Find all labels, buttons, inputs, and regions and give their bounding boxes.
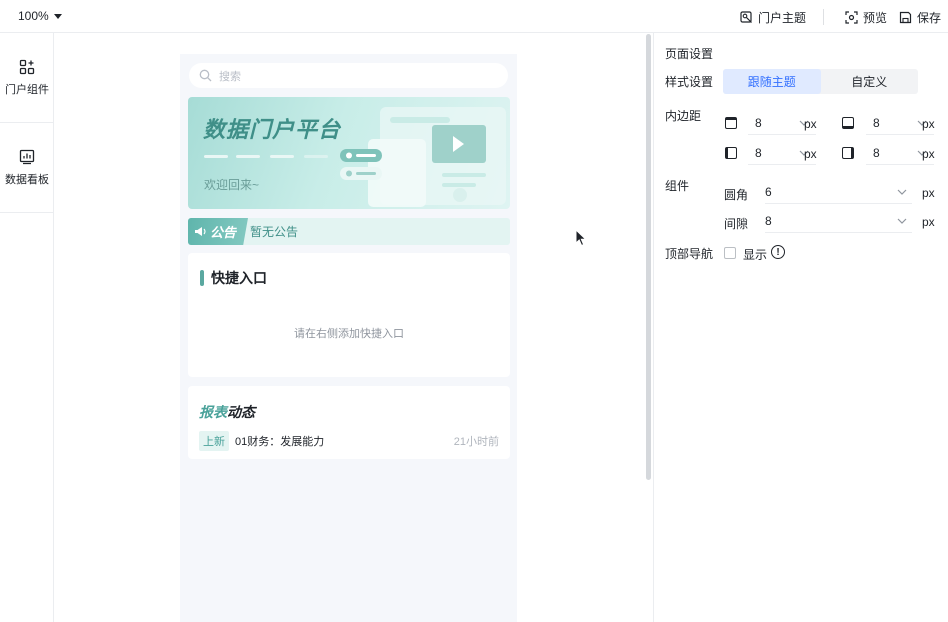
toolbar-divider <box>823 9 824 25</box>
settings-panel: 页面设置 样式设置 跟随主题 自定义 内边距 8 px 8 px 8 px 8 … <box>653 33 948 622</box>
canvas-scrollbar[interactable] <box>646 34 651 480</box>
style-toggle: 跟随主题 自定义 <box>723 69 918 94</box>
report-updates-title: 报表动态 <box>199 402 255 422</box>
new-badge: 上新 <box>199 431 229 451</box>
dashboard-icon <box>19 149 35 164</box>
show-label: 显示 <box>743 248 768 262</box>
radius-label: 圆角 <box>724 188 749 202</box>
notice-text: 暂无公告 <box>250 225 299 239</box>
gap-value: 8 <box>765 213 772 228</box>
chevron-down-icon <box>897 218 907 224</box>
design-canvas: 搜索 数据门户平台 欢迎回来~ 公告 暂无公告 快捷入口 请在右侧添加快捷入口 … <box>55 33 645 622</box>
padding-right-value: 8 <box>873 145 880 160</box>
style-option-custom[interactable]: 自定义 <box>821 69 919 94</box>
zoom-dropdown[interactable]: 100% <box>18 9 62 23</box>
left-rail: 门户组件 数据看板 <box>0 33 54 622</box>
banner-dash <box>270 155 294 158</box>
save-icon <box>899 11 912 24</box>
report-updates-card: 报表动态 上新 01财务：发展能力 21小时前 <box>188 386 510 459</box>
report-title-part-b: 动态 <box>227 404 255 420</box>
quick-entry-empty-hint: 请在右侧添加快捷入口 <box>294 328 404 340</box>
gap-label: 间隙 <box>724 217 749 231</box>
preview-button[interactable]: 预览 <box>845 9 887 26</box>
gap-select[interactable]: 8 <box>765 209 912 233</box>
banner-title: 数据门户平台 <box>203 117 342 142</box>
top-toolbar: 100% 门户主题 预览 保存 <box>0 0 948 33</box>
radius-select[interactable]: 6 <box>765 180 912 204</box>
unit-label: px <box>922 147 935 161</box>
quick-entry-card: 快捷入口 请在右侧添加快捷入口 <box>188 253 510 377</box>
unit-label: px <box>922 215 935 229</box>
mouse-cursor-icon <box>575 229 587 247</box>
megaphone-icon <box>195 227 206 236</box>
unit-label: px <box>804 117 817 131</box>
notice-tag-label: 公告 <box>210 225 237 240</box>
info-icon[interactable]: ! <box>771 245 785 259</box>
style-option-follow-theme[interactable]: 跟随主题 <box>723 69 821 94</box>
portal-theme-button[interactable]: 门户主题 <box>740 9 806 26</box>
padding-right-icon <box>842 147 854 159</box>
notice-bar: 公告 暂无公告 <box>188 218 510 245</box>
quick-entry-title: 快捷入口 <box>200 268 267 288</box>
chevron-down-icon <box>897 189 907 195</box>
banner-subtitle: 欢迎回来~ <box>204 178 260 192</box>
padding-left-icon <box>725 147 737 159</box>
padding-bottom-icon <box>842 117 854 129</box>
report-name: 01财务：发展能力 <box>235 436 325 448</box>
search-icon <box>199 69 212 82</box>
notice-tag: 公告 <box>188 218 248 245</box>
search-placeholder: 搜索 <box>219 70 241 83</box>
preview-icon <box>845 11 858 24</box>
radius-value: 6 <box>765 184 772 199</box>
title-accent-bar <box>200 270 204 286</box>
padding-top-value: 8 <box>755 115 762 130</box>
component-label: 组件 <box>665 179 690 193</box>
zoom-value: 100% <box>18 9 49 23</box>
banner-dash <box>204 155 228 158</box>
unit-label: px <box>922 186 935 200</box>
components-icon <box>19 59 35 74</box>
padding-top-icon <box>725 117 737 129</box>
theme-icon <box>740 11 752 23</box>
quick-entry-title-text: 快捷入口 <box>211 270 267 286</box>
phone-preview: 搜索 数据门户平台 欢迎回来~ 公告 暂无公告 快捷入口 请在右侧添加快捷入口 … <box>180 54 517 622</box>
rail-item-label: 门户组件 <box>5 83 49 96</box>
padding-label: 内边距 <box>665 109 702 123</box>
report-time: 21小时前 <box>453 436 499 448</box>
unit-label: px <box>922 117 935 131</box>
panel-title: 页面设置 <box>665 47 714 61</box>
top-nav-label: 顶部导航 <box>665 247 714 261</box>
style-label: 样式设置 <box>665 75 714 89</box>
unit-label: px <box>804 147 817 161</box>
banner-dash <box>304 155 328 158</box>
padding-bottom-value: 8 <box>873 115 880 130</box>
search-input[interactable]: 搜索 <box>189 63 508 88</box>
padding-left-value: 8 <box>755 145 762 160</box>
save-label: 保存 <box>917 11 942 25</box>
rail-item-portal-components[interactable]: 门户组件 <box>0 33 54 123</box>
portal-theme-label: 门户主题 <box>758 11 807 25</box>
caret-down-icon <box>53 13 62 19</box>
report-title-part-a: 报表 <box>199 404 227 420</box>
banner: 数据门户平台 欢迎回来~ <box>188 97 510 209</box>
banner-dash <box>236 155 260 158</box>
save-button[interactable]: 保存 <box>899 9 941 26</box>
list-item[interactable]: 上新 01财务：发展能力 21小时前 <box>199 431 499 451</box>
banner-illustration-icon <box>340 107 506 207</box>
rail-item-label: 数据看板 <box>5 173 49 186</box>
show-top-nav-checkbox[interactable] <box>724 247 736 259</box>
rail-item-dashboard[interactable]: 数据看板 <box>0 123 54 213</box>
preview-label: 预览 <box>863 11 888 25</box>
